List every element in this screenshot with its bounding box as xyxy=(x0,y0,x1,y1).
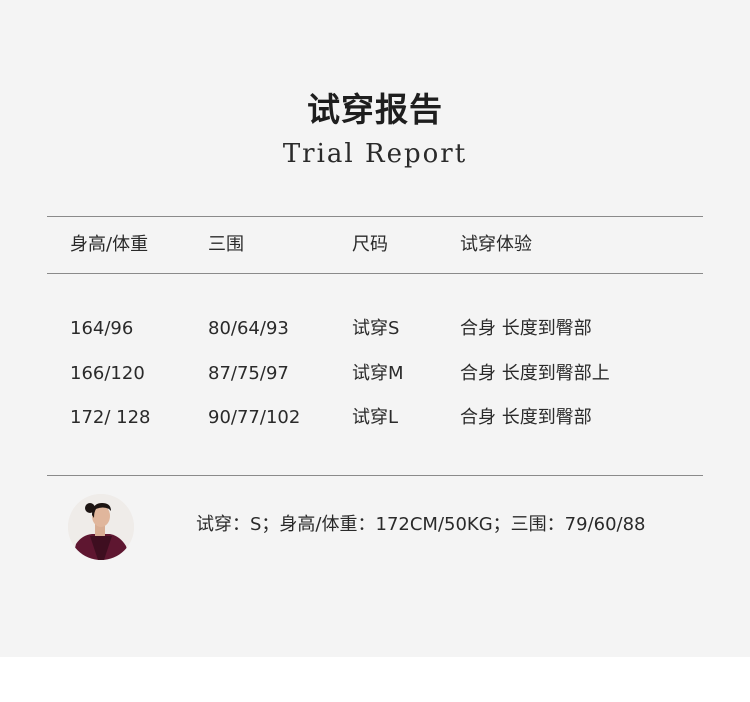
row-measurements: 90/77/102 xyxy=(208,407,301,428)
row-fit-experience: 合身 长度到臀部上 xyxy=(460,363,610,384)
report-title-cn: 试穿报告 xyxy=(307,90,443,129)
header-size: 尺码 xyxy=(352,234,388,255)
row-size: 试穿S xyxy=(352,318,400,339)
model-avatar xyxy=(68,494,134,560)
header-height-weight: 身高/体重 xyxy=(70,234,149,255)
table-bottom-divider xyxy=(47,475,703,476)
header-fit-experience: 试穿体验 xyxy=(460,234,532,255)
header-measurements: 三围 xyxy=(208,234,244,255)
row-fit-experience: 合身 长度到臀部 xyxy=(460,318,592,339)
table-header-divider xyxy=(47,273,703,274)
row-fit-experience: 合身 长度到臀部 xyxy=(460,407,592,428)
trial-report-panel: 试穿报告 Trial Report 身高/体重 三围 尺码 试穿体验 164/9… xyxy=(0,0,750,657)
model-fit-note: 试穿：S；身高/体重：172CM/50KG；三围：79/60/88 xyxy=(196,514,646,535)
table-top-divider xyxy=(47,216,703,217)
row-size: 试穿M xyxy=(352,363,404,384)
row-measurements: 87/75/97 xyxy=(208,363,289,384)
row-measurements: 80/64/93 xyxy=(208,318,289,339)
row-height-weight: 164/96 xyxy=(70,318,134,339)
model-portrait-icon xyxy=(68,494,134,560)
row-height-weight: 166/120 xyxy=(70,363,145,384)
report-title-en: Trial Report xyxy=(282,139,468,169)
row-size: 试穿L xyxy=(352,407,399,428)
row-height-weight: 172/ 128 xyxy=(70,407,151,428)
